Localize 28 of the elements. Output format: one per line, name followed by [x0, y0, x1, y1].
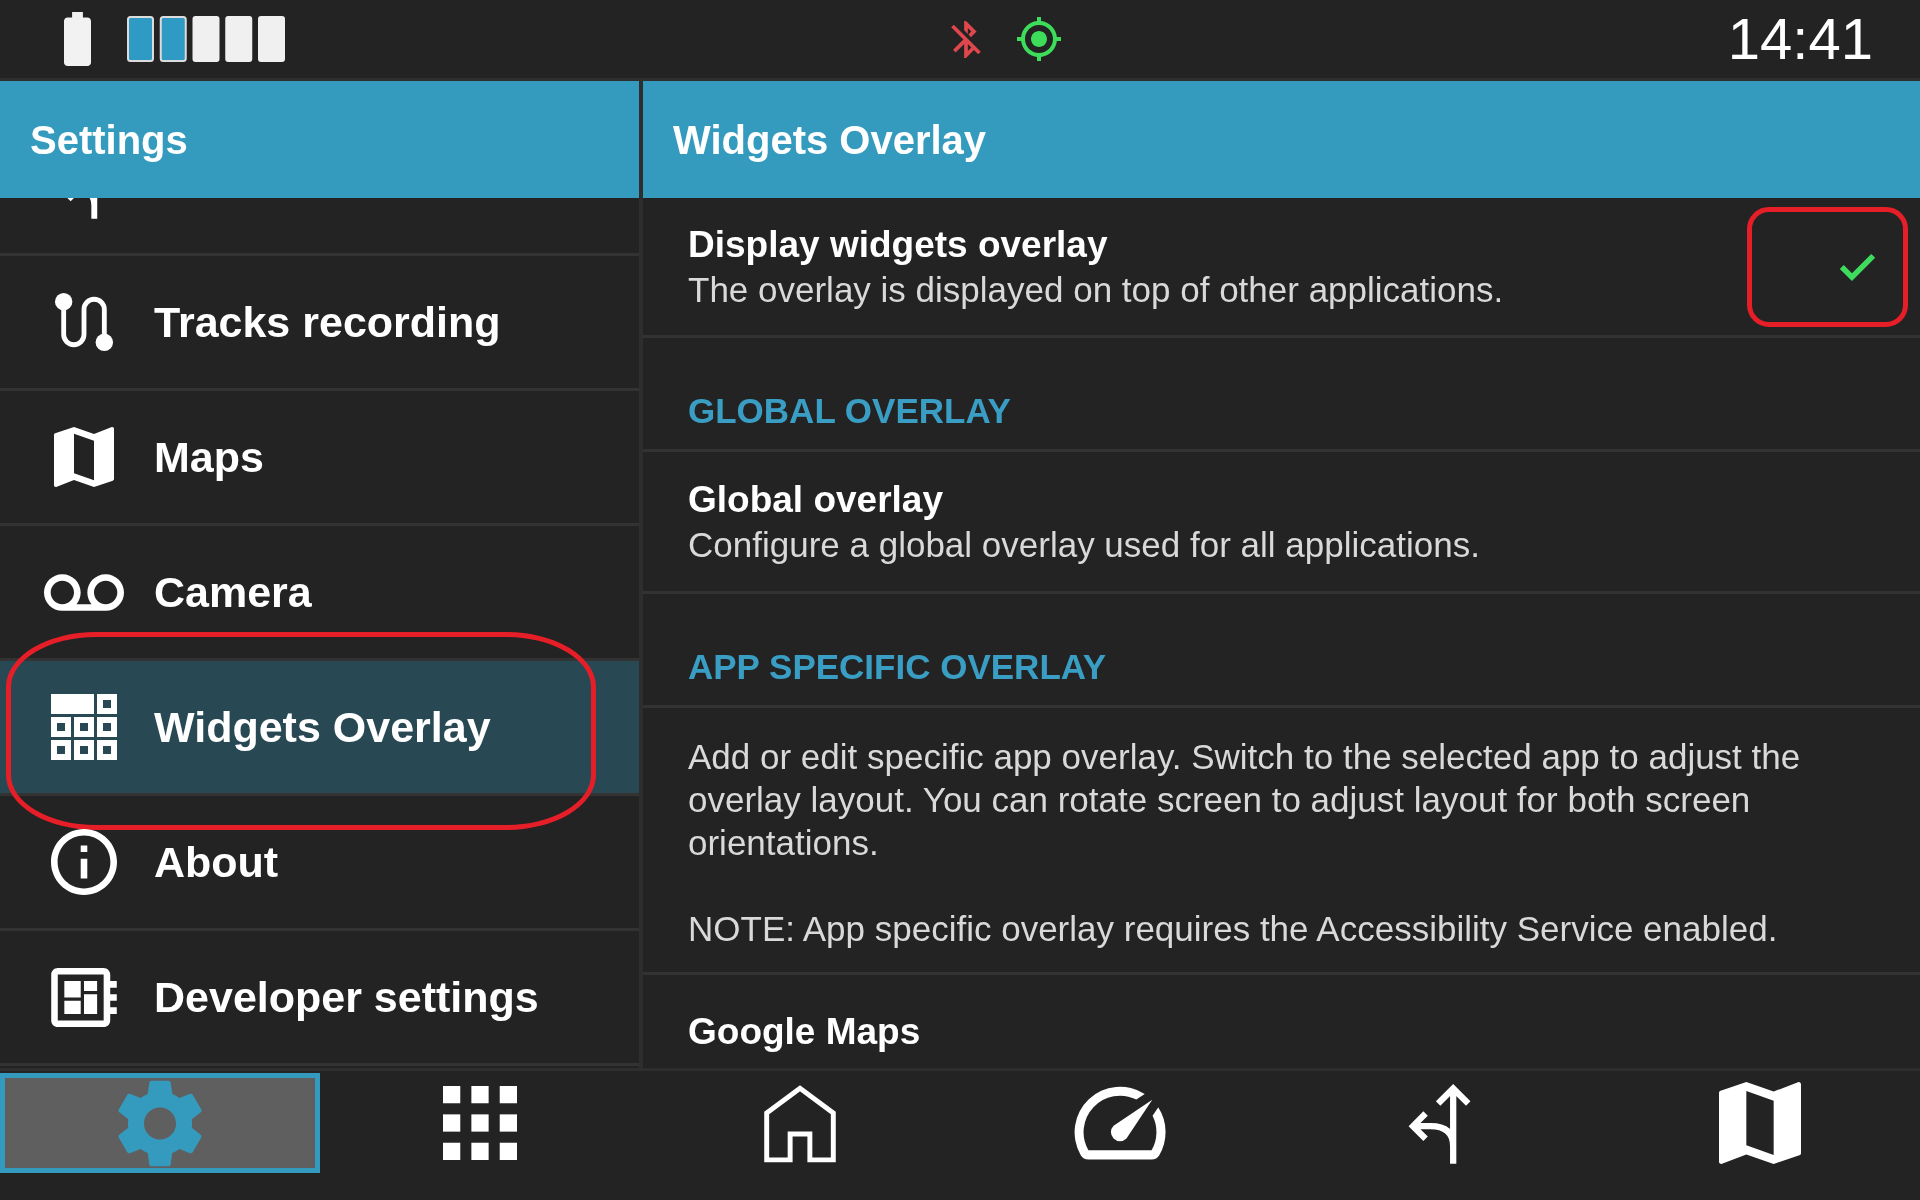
menu-item[interactable]: Maps	[0, 391, 639, 526]
turn-arrow-icon	[1408, 1082, 1472, 1164]
clock: 14:41	[1727, 6, 1873, 72]
menu-item[interactable]: Tracks recording	[0, 256, 639, 391]
map-icon	[1719, 1082, 1801, 1164]
grid-icon	[443, 1086, 517, 1160]
widget-grid-icon	[51, 694, 117, 760]
route-icon	[54, 292, 114, 352]
map-icon	[54, 427, 114, 487]
battery-icon	[64, 12, 91, 66]
preference-summary: Configure a global overlay used for all applications.	[688, 523, 1480, 566]
preference-title[interactable]: Global overlay	[688, 476, 943, 523]
section-heading: GLOBAL OVERLAY	[688, 390, 1011, 432]
tape-icon	[44, 573, 124, 611]
checkbox[interactable]	[1839, 251, 1876, 282]
preference-summary: The overlay is displayed on top of other applications.	[688, 268, 1504, 311]
menu-item[interactable]: Developer settings	[0, 931, 639, 1066]
app-bar-title: Widgets Overlay	[673, 116, 987, 164]
circuit-board-icon	[51, 967, 117, 1027]
menu-item[interactable]: About	[0, 796, 639, 931]
section-heading: APP SPECIFIC OVERLAY	[688, 646, 1107, 688]
preference-title: Display widgets overlay	[688, 222, 1108, 267]
preference-title[interactable]: Google Maps	[688, 1009, 921, 1055]
speedometer-icon	[1074, 1086, 1166, 1160]
preference-summary: Add or edit specific app overlay. Switch to the selected app to adjust the overlay layout. You can rotate screen to adjust layout for both screen orientations. NOTE: App specific overlay requires the Accessibility Service enabled.	[688, 736, 1802, 950]
app-bar-title: Settings	[30, 116, 188, 164]
info-icon	[51, 829, 117, 895]
gear-icon	[118, 1078, 202, 1168]
